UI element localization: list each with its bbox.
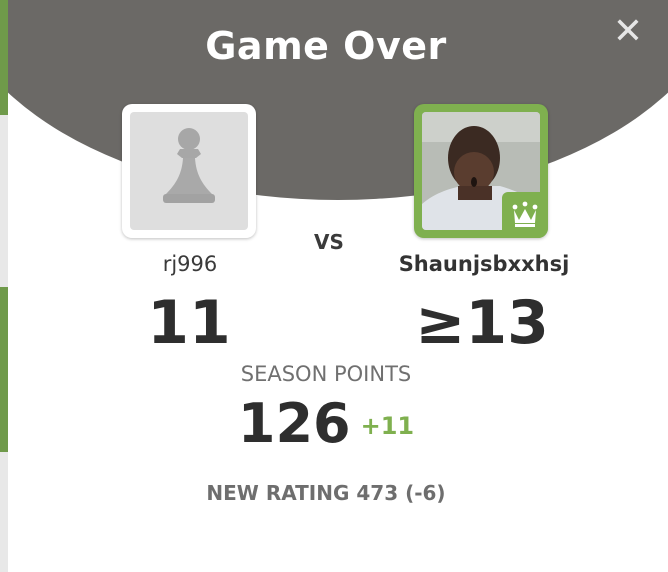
modal-title: Game Over	[205, 24, 447, 68]
player-right-score: ≥13	[415, 288, 549, 358]
new-rating-text: NEW RATING 473 (-6)	[206, 481, 446, 505]
close-button[interactable]: ✕	[610, 14, 646, 50]
player-left-username[interactable]: rj996	[142, 252, 238, 276]
winner-crown-badge	[502, 192, 548, 238]
player-left-avatar[interactable]	[122, 104, 256, 238]
player-left-score: 11	[147, 288, 231, 358]
pawn-icon	[163, 128, 215, 203]
player-right-avatar[interactable]	[414, 104, 548, 238]
close-icon: ✕	[612, 11, 644, 52]
player-right-username[interactable]: Shaunjsbxxhsj	[386, 252, 582, 276]
vs-label: VS	[314, 230, 344, 254]
avatar-image	[130, 112, 248, 230]
season-points-label: SEASON POINTS	[240, 362, 412, 386]
season-points-value: 126	[237, 392, 351, 455]
crown-icon	[512, 201, 538, 227]
background-edge-strip	[0, 452, 8, 572]
season-points-row: 126 +11	[0, 392, 660, 455]
season-points-delta: +11	[360, 412, 415, 440]
background-edge-strip	[0, 115, 8, 287]
